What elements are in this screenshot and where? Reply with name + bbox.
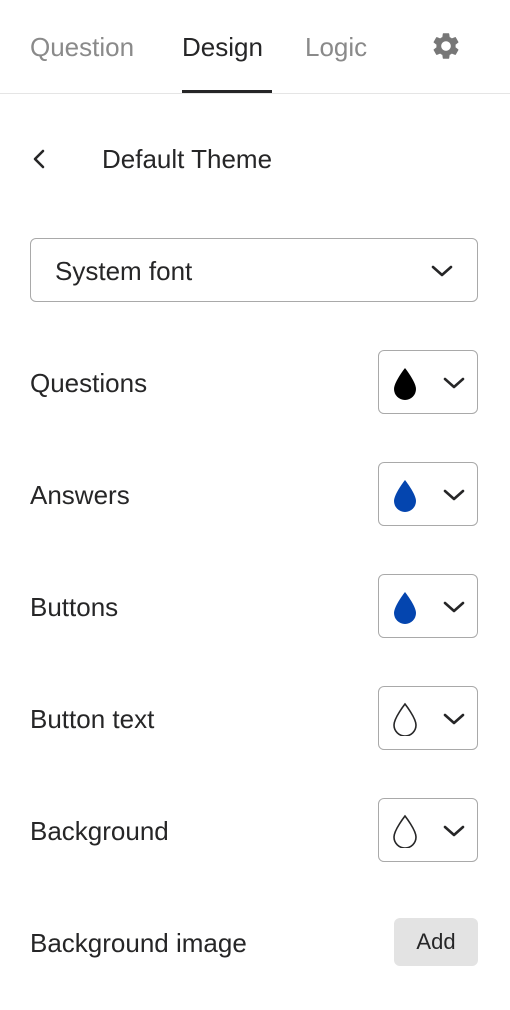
tab-design[interactable]: Design xyxy=(182,30,263,64)
droplet-icon xyxy=(394,480,416,512)
droplet-icon xyxy=(394,368,416,400)
tab-logic[interactable]: Logic xyxy=(305,30,367,64)
theme-title: Default Theme xyxy=(102,144,273,174)
background-color-picker[interactable] xyxy=(378,798,478,862)
button-text-color-picker[interactable] xyxy=(378,686,478,750)
questions-color-label: Questions xyxy=(30,368,148,398)
add-background-image-button[interactable]: Add xyxy=(394,918,478,966)
answers-color-picker[interactable] xyxy=(378,462,478,526)
font-select[interactable]: System font xyxy=(30,238,478,302)
chevron-down-icon xyxy=(443,601,465,613)
chevron-down-icon xyxy=(443,713,465,725)
button-text-color-label: Button text xyxy=(30,704,155,734)
background-color-label: Background xyxy=(30,816,169,846)
tab-bar: Question Design Logic xyxy=(0,0,510,94)
font-select-value: System font xyxy=(55,256,193,286)
questions-color-picker[interactable] xyxy=(378,350,478,414)
droplet-icon xyxy=(394,592,416,624)
buttons-color-label: Buttons xyxy=(30,592,119,622)
tab-question[interactable]: Question xyxy=(30,30,134,64)
chevron-left-icon[interactable] xyxy=(26,142,54,176)
chevron-down-icon xyxy=(443,489,465,501)
chevron-down-icon xyxy=(431,265,453,277)
active-tab-indicator xyxy=(182,90,272,93)
background-image-label: Background image xyxy=(30,928,247,958)
buttons-color-picker[interactable] xyxy=(378,574,478,638)
answers-color-label: Answers xyxy=(30,480,130,510)
chevron-down-icon xyxy=(443,377,465,389)
droplet-icon xyxy=(393,702,417,736)
droplet-icon xyxy=(393,814,417,848)
gear-icon[interactable] xyxy=(430,30,462,62)
chevron-down-icon xyxy=(443,825,465,837)
